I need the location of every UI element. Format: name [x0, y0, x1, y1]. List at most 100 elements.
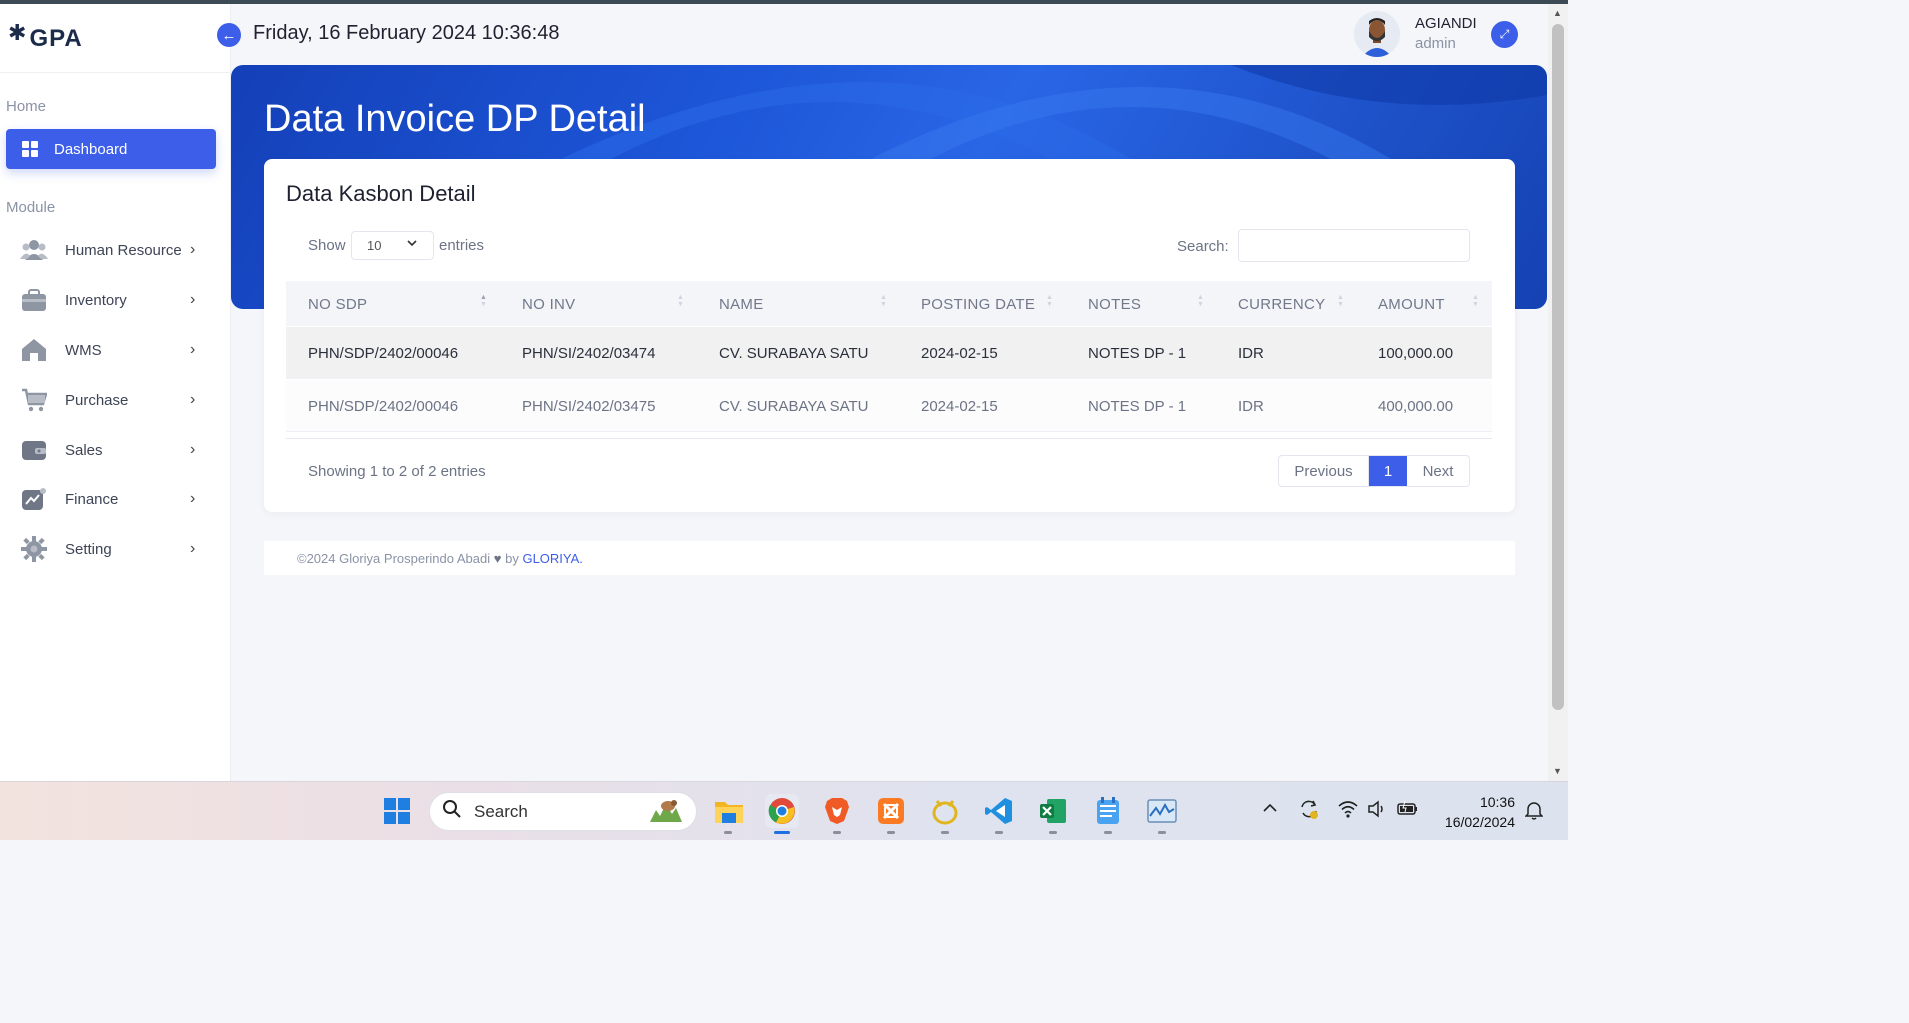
excel-icon[interactable] — [1036, 794, 1070, 828]
chevron-down-icon — [406, 237, 418, 252]
app-logo[interactable]: ✱ GPA — [8, 20, 83, 54]
sidebar-item-setting[interactable]: Setting › — [20, 533, 200, 565]
battery-charging-icon[interactable] — [1397, 800, 1419, 821]
sort-icon[interactable]: ▲ ▼ — [1197, 294, 1205, 308]
taskbar-time: 10:36 — [1479, 794, 1515, 810]
sidebar-item-label: Setting — [65, 540, 112, 558]
column-header-notes[interactable]: NOTES — [1088, 296, 1141, 313]
column-header-no-inv[interactable]: NO INV — [522, 296, 575, 313]
sidebar-item-label: Finance — [65, 490, 119, 508]
briefcase-icon — [20, 286, 48, 314]
taskbar-clock[interactable]: 10:36 16/02/2024 — [1437, 792, 1515, 832]
footer-by: by — [505, 551, 519, 566]
user-avatar[interactable] — [1354, 11, 1400, 57]
vscode-icon[interactable] — [982, 794, 1016, 828]
column-header-amount[interactable]: AMOUNT — [1378, 296, 1445, 313]
app-running-indicator — [1104, 831, 1112, 834]
sidebar-item-dashboard[interactable]: Dashboard — [6, 129, 216, 169]
app-running-indicator — [1158, 831, 1166, 834]
app-running-indicator — [833, 831, 841, 834]
scrollbar-thumb[interactable] — [1552, 24, 1564, 710]
wallet-icon — [20, 436, 48, 464]
xampp-icon[interactable] — [874, 794, 908, 828]
sidebar-item-purchase[interactable]: Purchase › — [20, 384, 200, 416]
pagination: Previous 1 Next — [1278, 455, 1470, 487]
navicat-icon[interactable] — [928, 794, 962, 828]
chrome-icon[interactable] — [765, 794, 799, 828]
entries-select-value: 10 — [367, 238, 382, 253]
entries-per-page-select[interactable]: 10 — [351, 231, 434, 260]
notepad-icon[interactable] — [1091, 794, 1125, 828]
card-title: Data Kasbon Detail — [286, 181, 476, 206]
app-running-indicator — [887, 831, 895, 834]
task-manager-icon[interactable] — [1145, 794, 1179, 828]
scroll-up-arrow-icon[interactable]: ▲ — [1553, 8, 1562, 18]
back-arrow-button[interactable]: ← — [217, 23, 241, 47]
sort-icon[interactable]: ▲ ▼ — [880, 294, 888, 308]
sidebar-section-home: Home — [6, 98, 47, 115]
logo-asterisk-icon: ✱ — [8, 20, 28, 45]
column-header-name[interactable]: NAME — [719, 296, 764, 313]
show-label: Show — [308, 237, 346, 254]
windows-start-icon[interactable] — [380, 794, 414, 828]
users-icon — [20, 236, 48, 264]
chevron-right-icon: › — [190, 291, 196, 308]
column-header-currency[interactable]: CURRENCY — [1238, 296, 1325, 313]
table-row[interactable]: PHN/SDP/2402/00046 PHN/SI/2402/03474 CV.… — [286, 327, 1492, 379]
sidebar-item-inventory[interactable]: Inventory › — [20, 284, 200, 316]
sort-icon[interactable]: ▲ ▼ — [1337, 294, 1345, 308]
show-hidden-icons-chevron-up-icon[interactable] — [1262, 800, 1278, 819]
notification-bell-icon[interactable] — [1524, 800, 1544, 823]
cell-name: CV. SURABAYA SATU — [719, 398, 869, 415]
page-title: Data Invoice DP Detail — [264, 98, 646, 140]
sort-icon[interactable]: ▲ ▼ — [677, 294, 685, 308]
home-icon — [20, 336, 48, 364]
column-header-posting-date[interactable]: POSTING DATE — [921, 296, 1035, 313]
sidebar-item-wms[interactable]: WMS › — [20, 334, 200, 366]
cell-name: CV. SURABAYA SATU — [719, 345, 869, 362]
chevron-right-icon: › — [190, 490, 196, 507]
data-card: Data Kasbon Detail Show 10 entries Searc… — [264, 159, 1515, 512]
cell-currency: IDR — [1238, 398, 1264, 415]
table-row[interactable]: PHN/SDP/2402/00046 PHN/SI/2402/03475 CV.… — [286, 380, 1492, 432]
cell-amount: 100,000.00 — [1378, 345, 1454, 362]
file-explorer-icon[interactable] — [712, 794, 746, 828]
sync-icon[interactable] — [1298, 798, 1320, 823]
taskbar-search-box[interactable]: Search — [429, 792, 697, 831]
logo-text: GPA — [29, 25, 83, 52]
page-1-button[interactable]: 1 — [1369, 456, 1407, 486]
volume-icon[interactable] — [1367, 800, 1387, 821]
app-running-indicator — [1049, 831, 1057, 834]
app-active-indicator — [774, 831, 790, 834]
scroll-down-arrow-icon[interactable]: ▼ — [1553, 766, 1562, 776]
cell-no-sdp: PHN/SDP/2402/00046 — [308, 398, 459, 415]
sort-icon[interactable]: ▲ ▼ — [1046, 294, 1054, 308]
sidebar-item-sales[interactable]: Sales › — [20, 434, 200, 466]
cell-notes: NOTES DP - 1 — [1088, 398, 1187, 415]
sort-icon[interactable]: ▲ ▼ — [1472, 294, 1480, 308]
fullscreen-button[interactable]: ⤢ — [1491, 21, 1518, 48]
cell-no-inv: PHN/SI/2402/03474 — [522, 345, 656, 362]
app-running-indicator — [941, 831, 949, 834]
entries-label: entries — [439, 237, 485, 254]
chevron-right-icon: › — [190, 341, 196, 358]
sidebar: ✱ GPA Home Dashboard Module Human Resour… — [0, 4, 231, 781]
table-divider — [286, 438, 1492, 439]
sidebar-item-finance[interactable]: Finance › — [20, 483, 200, 515]
sort-icon[interactable]: ▲ ▼ — [480, 294, 488, 308]
heart-icon: ♥ — [493, 551, 502, 566]
next-page-button[interactable]: Next — [1407, 456, 1469, 486]
sidebar-item-human-resource[interactable]: Human Resource › — [20, 234, 200, 266]
brave-browser-icon[interactable] — [820, 794, 854, 828]
chevron-right-icon: › — [190, 441, 196, 458]
column-header-no-sdp[interactable]: NO SDP — [308, 296, 367, 313]
wifi-icon[interactable] — [1338, 800, 1358, 821]
window-top-border — [0, 0, 1568, 4]
search-input[interactable] — [1238, 229, 1470, 262]
search-highlight-icon — [646, 794, 686, 829]
vertical-scrollbar[interactable]: ▲ ▼ — [1548, 4, 1568, 781]
footer-brand-link[interactable]: GLORIYA. — [522, 551, 582, 566]
cell-no-inv: PHN/SI/2402/03475 — [522, 398, 656, 415]
previous-page-button[interactable]: Previous — [1279, 456, 1369, 486]
user-role: admin — [1415, 35, 1456, 52]
